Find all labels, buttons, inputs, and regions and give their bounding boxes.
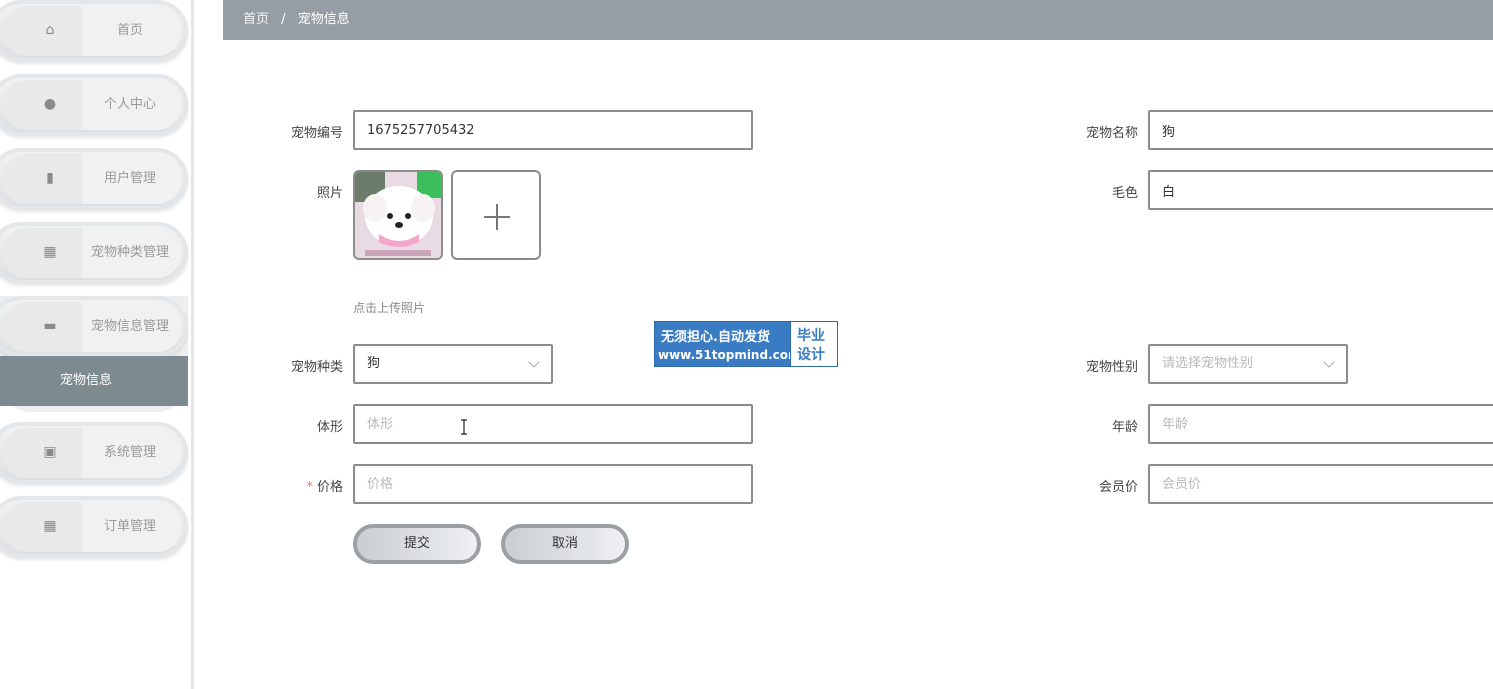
sidebar-item-system[interactable]: ▣ 系统管理 bbox=[0, 422, 188, 484]
sidebar-item-label: 宠物种类管理 bbox=[90, 245, 169, 260]
size-label: 体形 bbox=[316, 420, 343, 435]
watermark-right2: 设计 bbox=[797, 347, 825, 363]
sidebar-item-label: 个人中心 bbox=[103, 97, 156, 112]
fur-label: 毛色 bbox=[1111, 186, 1138, 201]
gender-label: 宠物性别 bbox=[1085, 360, 1138, 375]
breadcrumb-bar: 首页 / 宠物信息 bbox=[223, 0, 1493, 40]
watermark-line2: www.51topmind.com bbox=[658, 348, 801, 362]
pet-photo-image bbox=[355, 172, 441, 258]
pet-name-input[interactable] bbox=[1148, 110, 1493, 150]
sidebar-item-pet-category[interactable]: ▦ 宠物种类管理 bbox=[0, 222, 188, 284]
upload-hint: 点击上传照片 bbox=[353, 301, 426, 315]
age-label: 年龄 bbox=[1111, 420, 1138, 435]
grid-icon: ▦ bbox=[43, 518, 57, 534]
sidebar-item-home[interactable]: ⌂ 首页 bbox=[0, 0, 188, 62]
fur-input[interactable] bbox=[1148, 170, 1493, 210]
category-select[interactable]: 狗 bbox=[353, 344, 553, 384]
watermark-right1: 毕业 bbox=[797, 328, 825, 344]
member-price-input[interactable] bbox=[1148, 464, 1493, 504]
sidebar-item-orders[interactable]: ▦ 订单管理 bbox=[0, 496, 188, 558]
pet-no-label: 宠物编号 bbox=[290, 126, 343, 141]
category-selected-value: 狗 bbox=[367, 356, 381, 371]
breadcrumb-separator: / bbox=[281, 12, 286, 27]
age-input[interactable] bbox=[1148, 404, 1493, 444]
sidebar-item-label: 订单管理 bbox=[103, 519, 156, 534]
gender-placeholder: 请选择宠物性别 bbox=[1162, 356, 1254, 371]
cancel-button[interactable]: 取消 bbox=[501, 524, 629, 564]
sidebar-item-label: 首页 bbox=[116, 23, 143, 38]
breadcrumb-current: 宠物信息 bbox=[297, 12, 350, 27]
upload-photo-button[interactable] bbox=[451, 170, 541, 260]
breadcrumb-home[interactable]: 首页 bbox=[243, 0, 269, 40]
member-price-label: 会员价 bbox=[1098, 480, 1138, 495]
sidebar-item-pet-info[interactable]: ▬ 宠物信息管理 bbox=[0, 296, 188, 358]
home-icon: ⌂ bbox=[45, 22, 55, 38]
sidebar-item-profile[interactable]: ● 个人中心 bbox=[0, 74, 188, 136]
submit-button[interactable]: 提交 bbox=[353, 524, 481, 564]
user-icon: ● bbox=[43, 96, 57, 112]
category-label: 宠物种类 bbox=[290, 360, 343, 375]
photo-label: 照片 bbox=[316, 186, 343, 201]
size-input[interactable] bbox=[353, 404, 753, 444]
book-icon: ▮ bbox=[46, 170, 54, 186]
sidebar-item-users[interactable]: ▮ 用户管理 bbox=[0, 148, 188, 210]
sidebar-item-label: 系统管理 bbox=[103, 445, 156, 460]
price-label: * 价格 bbox=[306, 480, 343, 495]
sidebar: ⌂ 首页 ● 个人中心 ▮ 用户管理 ▦ 宠物种类管理 ▬ 宠物信息管理 宠物信… bbox=[0, 0, 194, 689]
required-asterisk: * bbox=[306, 480, 313, 495]
sidebar-item-label: 用户管理 bbox=[103, 171, 156, 186]
sidebar-item-label: 宠物信息管理 bbox=[90, 319, 169, 334]
watermark-banner: 无须担心.自动发货 www.51topmind.com 毕业 设计 bbox=[654, 321, 838, 367]
chart-icon: ▣ bbox=[43, 444, 57, 460]
sidebar-subitem-pet-info[interactable]: 宠物信息 bbox=[0, 356, 188, 406]
pet-name-label: 宠物名称 bbox=[1085, 126, 1138, 141]
breadcrumb: 首页 / 宠物信息 bbox=[243, 0, 350, 40]
pet-photo-thumbnail[interactable] bbox=[353, 170, 443, 260]
pet-no-input[interactable] bbox=[353, 110, 753, 150]
briefcase-icon: ▬ bbox=[43, 318, 57, 334]
grid-icon: ▦ bbox=[43, 244, 57, 260]
price-input[interactable] bbox=[353, 464, 753, 504]
text-cursor-icon bbox=[461, 419, 467, 435]
gender-select[interactable]: 请选择宠物性别 bbox=[1148, 344, 1348, 384]
watermark-line1: 无须担心.自动发货 bbox=[661, 330, 770, 345]
